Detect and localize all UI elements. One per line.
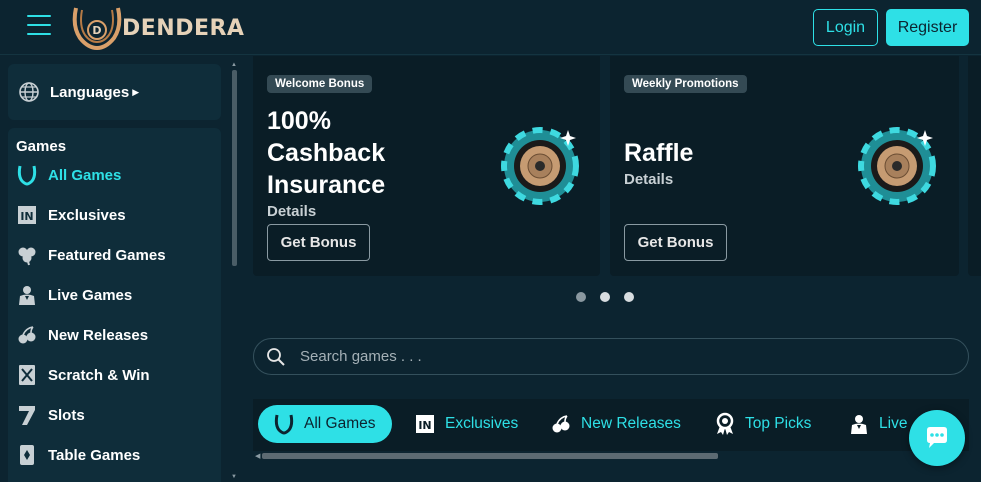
sidebar-item-label: Exclusives bbox=[48, 206, 126, 224]
scroll-down-icon[interactable]: ▼ bbox=[231, 474, 237, 480]
scrollbar-thumb[interactable] bbox=[262, 453, 718, 459]
promo-details-link[interactable]: Details bbox=[267, 203, 316, 220]
exclusive-icon: IN bbox=[413, 412, 437, 436]
promo-title-line: 100% bbox=[267, 107, 331, 135]
promo-card-weekly: Weekly Promotions Raffle Details Get Bon… bbox=[610, 56, 959, 276]
scrollbar-thumb[interactable] bbox=[232, 70, 237, 266]
cards-icon bbox=[16, 444, 38, 466]
sidebar-item-label: Slots bbox=[48, 406, 85, 424]
promo-title-line: Cashback bbox=[267, 139, 386, 167]
casino-chip-icon bbox=[858, 127, 936, 205]
globe-icon bbox=[19, 82, 39, 102]
tab-new-releases[interactable]: New Releases bbox=[549, 405, 681, 443]
chat-bubble-icon bbox=[927, 427, 947, 448]
languages-selector[interactable]: Languages ▶ bbox=[8, 64, 221, 120]
menu-icon[interactable] bbox=[27, 15, 51, 37]
svg-text:D: D bbox=[92, 24, 101, 37]
svg-text:IN: IN bbox=[418, 419, 431, 432]
logo-horseshoe-icon: D bbox=[72, 7, 122, 51]
get-bonus-button[interactable]: Get Bonus bbox=[624, 224, 727, 261]
sidebar-item-exclusives[interactable]: IN Exclusives bbox=[16, 200, 126, 230]
sidebar-item-label: New Releases bbox=[48, 326, 149, 344]
get-bonus-button[interactable]: Get Bonus bbox=[267, 224, 370, 261]
tab-exclusives[interactable]: IN Exclusives bbox=[413, 405, 518, 443]
top-header: D DENDERA Login Register bbox=[0, 0, 981, 55]
tab-all-games[interactable]: All Games bbox=[258, 405, 392, 443]
horseshoe-icon bbox=[16, 164, 38, 186]
casino-chip-icon bbox=[501, 127, 579, 205]
search-icon bbox=[267, 347, 285, 366]
tab-label: New Releases bbox=[581, 415, 681, 432]
scratch-card-icon bbox=[16, 364, 38, 386]
horseshoe-icon bbox=[272, 412, 296, 436]
sidebar-item-new-releases[interactable]: New Releases bbox=[16, 320, 148, 350]
brand-name: DENDERA bbox=[122, 15, 245, 41]
tab-live[interactable]: Live bbox=[847, 405, 907, 443]
seven-icon bbox=[16, 404, 38, 426]
sidebar-item-label: Table Games bbox=[48, 446, 141, 464]
promo-badge: Weekly Promotions bbox=[624, 75, 747, 93]
logo[interactable]: D DENDERA bbox=[70, 4, 244, 52]
games-nav: Games All Games IN Exclusives Featured G… bbox=[8, 128, 221, 482]
tab-top-picks[interactable]: Top Picks bbox=[713, 405, 811, 443]
tab-label: Live bbox=[879, 415, 908, 432]
scroll-left-icon[interactable]: ◀ bbox=[255, 452, 260, 460]
cherries-icon bbox=[549, 412, 573, 436]
sidebar-item-featured-games[interactable]: Featured Games bbox=[16, 240, 166, 270]
category-tabs: All Games IN Exclusives New Releases Top… bbox=[253, 399, 969, 451]
svg-text:IN: IN bbox=[20, 210, 33, 223]
register-button[interactable]: Register bbox=[886, 9, 969, 46]
tab-label: All Games bbox=[304, 415, 376, 432]
carousel-dots bbox=[576, 292, 634, 302]
sidebar-item-live-games[interactable]: Live Games bbox=[16, 280, 132, 310]
search-input[interactable] bbox=[300, 348, 900, 365]
exclusive-icon: IN bbox=[16, 204, 38, 226]
sidebar-item-scratch-win[interactable]: Scratch & Win bbox=[16, 360, 150, 390]
carousel-dot[interactable] bbox=[576, 292, 586, 302]
sidebar-item-label: All Games bbox=[48, 166, 122, 184]
scroll-up-icon[interactable]: ▲ bbox=[231, 62, 237, 68]
promo-title-line: Raffle bbox=[624, 139, 694, 167]
sidebar-item-label: Live Games bbox=[48, 286, 133, 304]
sidebar-item-slots[interactable]: Slots bbox=[16, 400, 85, 430]
carousel-dot[interactable] bbox=[600, 292, 610, 302]
tab-label: Top Picks bbox=[745, 415, 812, 432]
dealer-icon bbox=[847, 412, 871, 436]
games-title: Games bbox=[16, 138, 67, 155]
caret-right-icon: ▶ bbox=[132, 86, 140, 97]
chat-button[interactable] bbox=[909, 410, 965, 466]
tab-label: Exclusives bbox=[445, 415, 519, 432]
sidebar: Languages ▶ Games All Games IN Exclusive… bbox=[0, 56, 240, 482]
languages-label: Languages bbox=[50, 83, 130, 101]
award-icon bbox=[713, 412, 737, 436]
promo-badge: Welcome Bonus bbox=[267, 75, 373, 93]
promo-title-line: Insurance bbox=[267, 171, 386, 199]
search-bar bbox=[253, 338, 969, 375]
sidebar-item-all-games[interactable]: All Games bbox=[16, 160, 121, 190]
promo-details-link[interactable]: Details bbox=[624, 171, 673, 188]
dealer-icon bbox=[16, 284, 38, 306]
clover-icon bbox=[16, 244, 38, 266]
sidebar-scrollbar[interactable]: ▲ ▼ bbox=[230, 62, 238, 482]
sidebar-item-label: Scratch & Win bbox=[48, 366, 150, 384]
carousel-dot[interactable] bbox=[624, 292, 634, 302]
promo-card-welcome: Welcome Bonus 100% Cashback Insurance De… bbox=[253, 56, 600, 276]
sidebar-item-label: Featured Games bbox=[48, 246, 166, 264]
promo-card-peek bbox=[968, 56, 981, 276]
login-button[interactable]: Login bbox=[813, 9, 878, 46]
sidebar-item-table-games[interactable]: Table Games bbox=[16, 440, 140, 470]
cherries-icon bbox=[16, 324, 38, 346]
tabs-scrollbar[interactable]: ◀ bbox=[253, 452, 969, 462]
